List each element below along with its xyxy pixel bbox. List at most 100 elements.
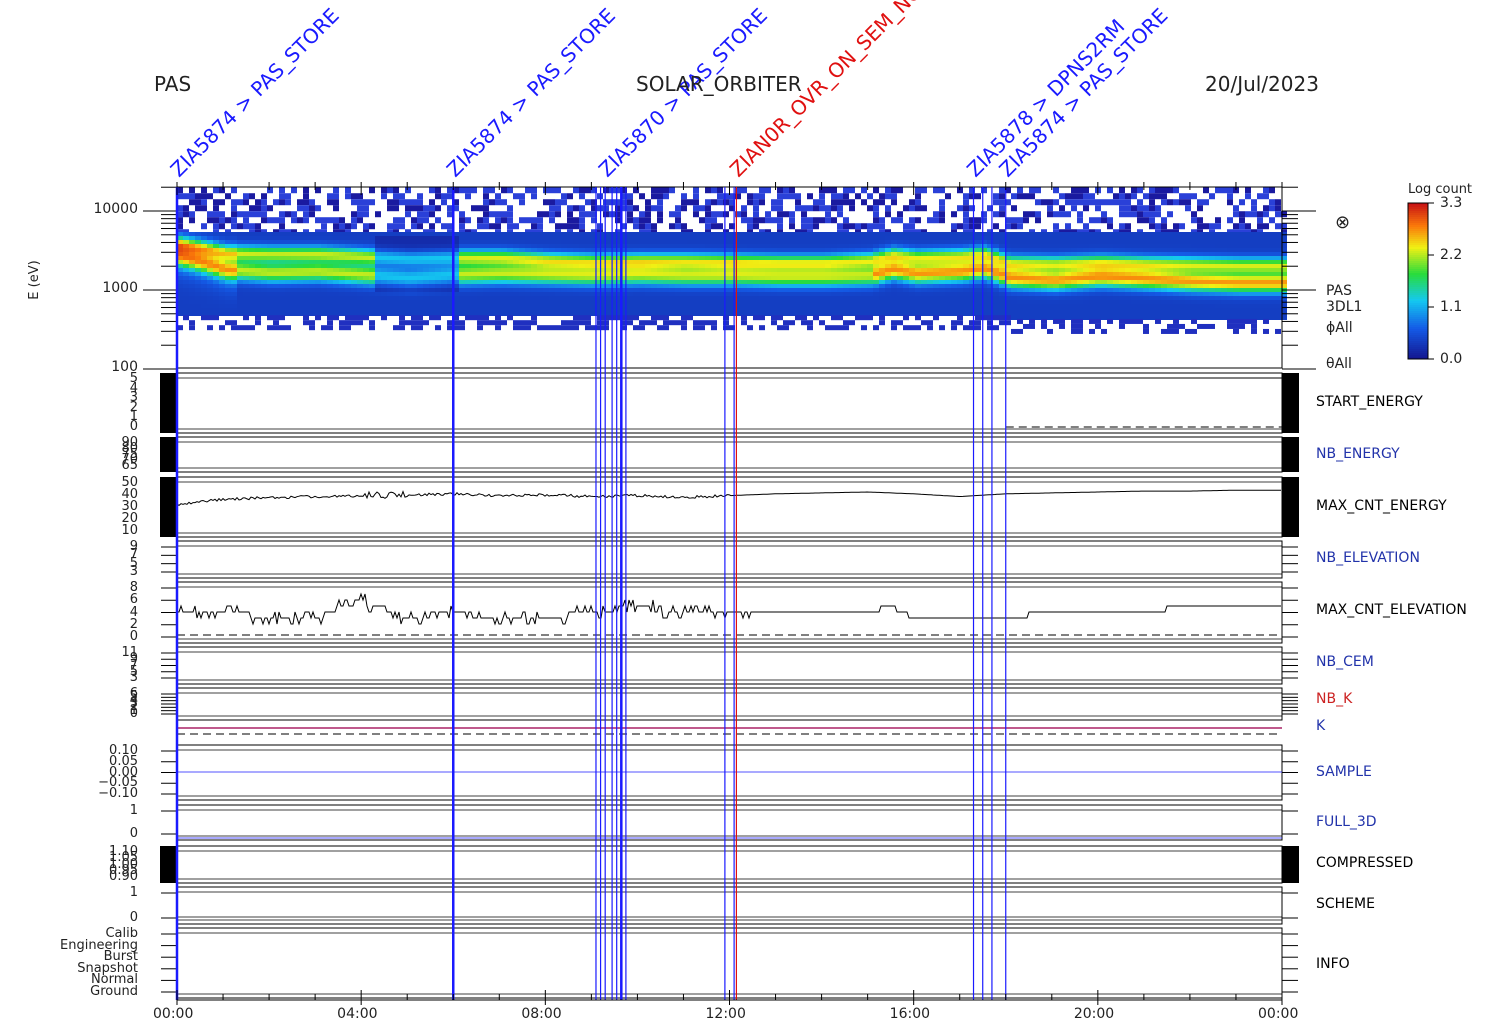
spectrogram-cell: [561, 268, 567, 272]
spectrogram-cell: [279, 260, 285, 264]
spectrogram-cell: [423, 248, 429, 252]
spectrogram-cell: [1011, 296, 1017, 300]
spectrogram-cell: [213, 205, 219, 212]
spectrogram-cell: [789, 232, 795, 236]
spectrogram-cell: [861, 300, 867, 304]
spectrogram-cell: [339, 288, 345, 292]
spectrogram-cell: [825, 252, 831, 256]
spectrogram-cell: [837, 325, 843, 331]
spectrogram-cell: [1017, 217, 1023, 224]
spectrogram-cell: [459, 272, 465, 276]
spectrogram-cell: [1203, 232, 1209, 236]
spectrogram-cell: [489, 244, 495, 248]
spectrogram-cell: [999, 292, 1005, 296]
spectrogram-cell: [459, 187, 465, 194]
spectrogram-cell: [183, 288, 189, 292]
spectrogram-cell: [1059, 318, 1065, 324]
spectrogram-cell: [1077, 199, 1083, 206]
spectrogram-cell: [1107, 284, 1113, 288]
spectrogram-cell: [939, 288, 945, 292]
spectrogram-cell: [1227, 217, 1233, 224]
spectrogram-cell: [555, 244, 561, 248]
spectrogram-cell: [663, 280, 669, 284]
spectrogram-cell: [525, 308, 531, 312]
spectrogram-cell: [543, 268, 549, 272]
spectrogram-cell: [393, 268, 399, 272]
spectrogram-cell: [711, 199, 717, 206]
spectrogram-cell: [753, 296, 759, 300]
spectrogram-cell: [993, 232, 999, 236]
spectrogram-cell: [1173, 312, 1179, 316]
spectrogram-cell: [669, 312, 675, 316]
spectrogram-cell: [309, 240, 315, 244]
spectrogram-cell: [717, 244, 723, 248]
spectrogram-cell: [207, 236, 213, 240]
spectrogram-cell: [501, 284, 507, 288]
spectrogram-cell: [897, 232, 903, 236]
spectrogram-cell: [345, 308, 351, 312]
spectrogram-cell: [213, 211, 219, 218]
spectrogram-cell: [579, 193, 585, 200]
spectrogram-cell: [261, 199, 267, 206]
spectrogram-cell: [249, 248, 255, 252]
spectrogram-cell: [771, 205, 777, 212]
spectrogram-cell: [1047, 236, 1053, 240]
spectrogram-cell: [1215, 260, 1221, 264]
spectrogram-cell: [807, 320, 813, 326]
spectrogram-cell: [705, 304, 711, 308]
spectrogram-cell: [441, 248, 447, 252]
spectrogram-cell: [291, 280, 297, 284]
spectrogram-cell: [1155, 252, 1161, 256]
spectrogram-cell: [561, 236, 567, 240]
spectrogram-cell: [1149, 264, 1155, 268]
spectrogram-cell: [543, 325, 549, 331]
spectrogram-cell: [1041, 300, 1047, 304]
spectrogram-cell: [1053, 318, 1059, 324]
spectrogram-cell: [501, 276, 507, 280]
spectrogram-cell: [1125, 276, 1131, 280]
spectrogram-cell: [1053, 312, 1059, 316]
spectrogram-cell: [243, 300, 249, 304]
spectrogram-cell: [285, 248, 291, 252]
spectrogram-cell: [1245, 318, 1251, 324]
spectrogram-cell: [309, 312, 315, 316]
spectrogram-cell: [1239, 264, 1245, 268]
spectrogram-cell: [1251, 296, 1257, 300]
spectrogram-cell: [1137, 276, 1143, 280]
spectrogram-cell: [1119, 292, 1125, 296]
spectrogram-cell: [375, 264, 381, 268]
spectrogram-cell: [1035, 316, 1041, 320]
spectrogram-cell: [351, 300, 357, 304]
spectrogram-cell: [1125, 268, 1131, 272]
spectrogram-cell: [777, 252, 783, 256]
spectrogram-cell: [1029, 272, 1035, 276]
spectrogram-cell: [579, 268, 585, 272]
spectrogram-cell: [645, 312, 651, 316]
spectrogram-cell: [231, 300, 237, 304]
spectrogram-cell: [1107, 264, 1113, 268]
spectrogram-cell: [741, 304, 747, 308]
spectrogram-cell: [795, 256, 801, 260]
spectrogram-cell: [819, 252, 825, 256]
spectrogram-cell: [921, 268, 927, 272]
spectrogram-cell: [411, 280, 417, 284]
spectrogram-cell: [1065, 240, 1071, 244]
spectrogram-cell: [627, 300, 633, 304]
spectrogram-cell: [381, 308, 387, 312]
spectrogram-cell: [717, 288, 723, 292]
spectrogram-cell: [1053, 256, 1059, 260]
spectrogram-cell: [981, 244, 987, 248]
spectrogram-cell: [717, 256, 723, 260]
spectrogram-cell: [699, 292, 705, 296]
spectrogram-cell: [741, 320, 747, 326]
spectrogram-cell: [1221, 308, 1227, 312]
spectrogram-cell: [1179, 276, 1185, 280]
spectrogram-cell: [543, 296, 549, 300]
spectrogram-cell: [243, 236, 249, 240]
spectrogram-cell: [189, 232, 195, 236]
spectrogram-cell: [381, 264, 387, 268]
spectrogram-cell: [1155, 187, 1161, 194]
spectrogram-cell: [405, 244, 411, 248]
spectrogram-cell: [327, 193, 333, 200]
spectrogram-cell: [603, 304, 609, 308]
